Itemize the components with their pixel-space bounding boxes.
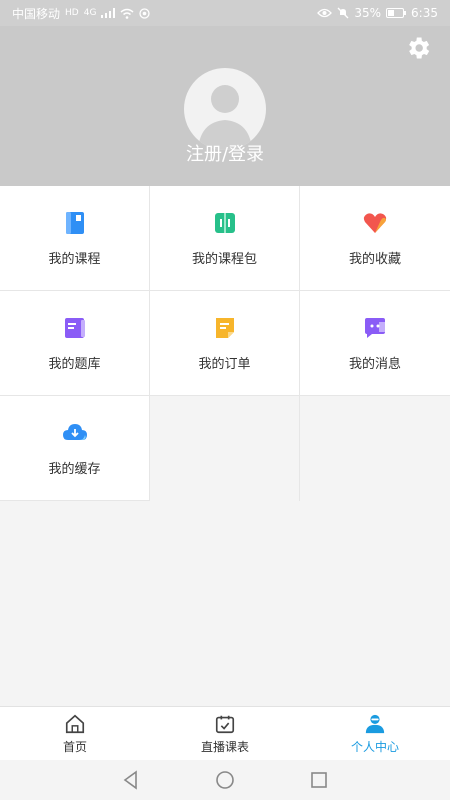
default-avatar-icon	[198, 85, 252, 150]
menu-item-label: 我的收藏	[348, 252, 401, 267]
menu-item-label: 我的消息	[348, 357, 401, 372]
status-bar: 中国移动 HD 4G 35% 6:35	[0, 0, 450, 26]
order-icon	[215, 318, 234, 338]
status-left: 中国移动 HD 4G	[12, 5, 151, 22]
tab-personal-center[interactable]: 个人中心	[300, 707, 450, 760]
tab-live-schedule[interactable]: 直播课表	[150, 707, 300, 760]
heart-icon	[363, 213, 387, 233]
wifi-icon	[120, 8, 134, 19]
menu-row: 我的缓存	[0, 396, 450, 501]
home-icon	[65, 714, 85, 733]
menu-item-label: 我的题库	[48, 357, 101, 372]
menu-grid: 我的课程 我的课程包 我的收藏 我的题库 我的订单 我的消息 我的缓存	[0, 186, 450, 501]
menu-item-label: 我的缓存	[48, 462, 101, 477]
battery-label: 35%	[354, 6, 382, 20]
avatar[interactable]	[184, 68, 266, 150]
location-icon	[139, 7, 151, 19]
menu-item-my-messages[interactable]: 我的消息	[300, 291, 450, 396]
gear-icon[interactable]	[404, 34, 432, 62]
menu-item-my-orders[interactable]: 我的订单	[150, 291, 300, 396]
menu-item-label: 我的课程	[48, 252, 101, 267]
menu-item-label: 我的订单	[198, 357, 251, 372]
signal-icon	[101, 8, 116, 18]
mute-bell-icon	[337, 7, 349, 19]
course-book-icon	[65, 212, 84, 234]
system-nav-bar	[0, 760, 450, 800]
recents-icon[interactable]	[308, 769, 330, 791]
calendar-icon	[215, 715, 235, 733]
menu-item-my-favorites[interactable]: 我的收藏	[300, 186, 450, 291]
cloud-download-icon	[62, 424, 87, 440]
menu-item-my-courses[interactable]: 我的课程	[0, 186, 150, 291]
tab-label: 首页	[62, 739, 87, 754]
question-bank-icon	[64, 318, 85, 338]
menu-item-my-cache[interactable]: 我的缓存	[0, 396, 150, 501]
back-icon[interactable]	[120, 769, 142, 791]
network-label: 4G	[83, 8, 97, 18]
bottom-tab-bar: 首页 直播课表 个人中心	[0, 706, 450, 760]
menu-item-label: 我的课程包	[191, 252, 257, 267]
hd-badge: HD	[65, 8, 79, 18]
empty-cell	[300, 396, 450, 501]
status-right: 35% 6:35	[317, 6, 438, 20]
message-icon	[365, 318, 385, 338]
menu-item-my-course-package[interactable]: 我的课程包	[150, 186, 300, 291]
eye-icon	[317, 8, 333, 18]
course-package-icon	[214, 213, 235, 233]
tab-label: 直播课表	[200, 739, 249, 754]
carrier-label: 中国移动	[12, 6, 61, 21]
empty-cell	[150, 396, 300, 501]
tab-label: 个人中心	[350, 739, 399, 754]
time-label: 6:35	[411, 6, 438, 20]
menu-item-my-question-bank[interactable]: 我的题库	[0, 291, 150, 396]
login-register-link[interactable]: 注册/登录	[0, 140, 450, 166]
menu-row: 我的题库 我的订单 我的消息	[0, 291, 450, 396]
battery-icon	[386, 8, 407, 18]
person-icon	[365, 714, 385, 733]
profile-header: 注册/登录	[0, 26, 450, 186]
home-circle-icon[interactable]	[214, 769, 236, 791]
tab-home[interactable]: 首页	[0, 707, 150, 760]
menu-row: 我的课程 我的课程包 我的收藏	[0, 186, 450, 291]
